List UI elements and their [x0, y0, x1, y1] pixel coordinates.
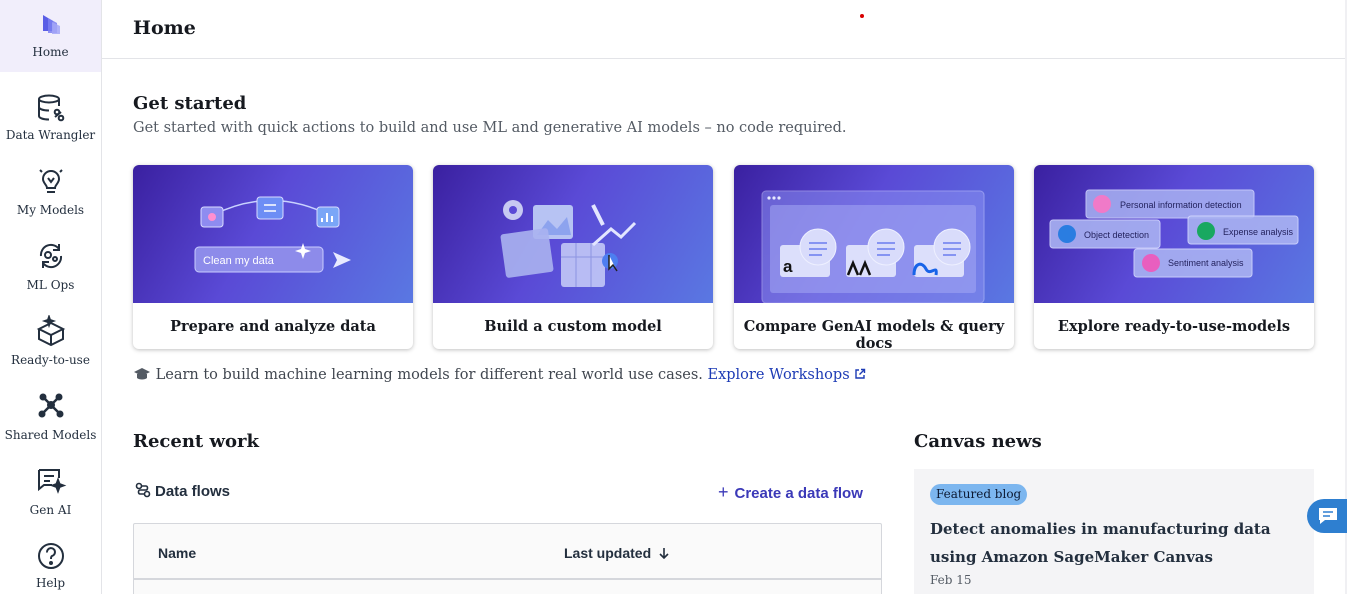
external-link-icon[interactable]	[854, 368, 866, 380]
card-label: Prepare and analyze data	[170, 318, 376, 335]
svg-text:Personal information detection: Personal information detection	[1120, 200, 1242, 210]
card-explore-models[interactable]: Personal information detection Object de…	[1034, 165, 1314, 349]
home-logo-icon	[42, 15, 60, 34]
sidebar-item-gen-ai[interactable]: Gen AI	[0, 465, 101, 537]
card-build-model[interactable]: Build a custom model	[433, 165, 713, 349]
data-flows-heading: Data flows	[135, 482, 230, 500]
news-card[interactable]: Featured blog Detect anomalies in manufa…	[914, 469, 1314, 594]
lightbulb-icon	[38, 169, 63, 193]
svg-text:Object detection: Object detection	[1084, 230, 1149, 240]
workshops-line: Learn to build machine learning models f…	[133, 367, 866, 383]
page-header: Home	[102, 0, 1347, 59]
sidebar-item-label: Home	[32, 45, 69, 59]
clean-my-data-text: Clean my data	[203, 255, 275, 267]
help-icon	[37, 543, 64, 569]
create-data-flow-button[interactable]: + Create a data flow	[718, 482, 863, 503]
build-model-illustration	[433, 165, 713, 303]
sidebar-item-label: Gen AI	[29, 503, 72, 517]
sidebar-item-data-wrangler[interactable]: Data Wrangler	[0, 90, 101, 162]
recent-work-title: Recent work	[133, 431, 259, 452]
chat-icon	[1319, 508, 1337, 524]
data-flows-table: Name Last updated	[133, 523, 882, 594]
feedback-chat-button[interactable]	[1307, 499, 1347, 533]
sidebar-item-shared-models[interactable]: Shared Models	[0, 390, 101, 462]
news-date: Feb 15	[930, 573, 972, 587]
amazon-logo-text: a	[783, 257, 793, 276]
graduation-cap-icon	[134, 368, 150, 380]
explore-models-illustration: Personal information detection Object de…	[1034, 165, 1314, 303]
card-compare-genai[interactable]: a Compare GenAI models & query docs	[734, 165, 1014, 349]
sidebar-item-label: Data Wrangler	[5, 128, 96, 142]
box-sparkle-icon	[36, 315, 65, 347]
workshops-text: Learn to build machine learning models f…	[155, 367, 703, 383]
sidebar-item-help[interactable]: Help	[0, 540, 101, 594]
sidebar-item-label: Shared Models	[4, 428, 97, 442]
create-data-flow-label: Create a data flow	[734, 485, 863, 502]
explore-workshops-link[interactable]: Explore Workshops	[708, 367, 850, 383]
card-label: Build a custom model	[484, 318, 662, 335]
column-header-last-updated[interactable]: Last updated	[564, 545, 670, 561]
prepare-data-illustration: Clean my data	[133, 165, 413, 303]
sidebar-item-ready-to-use[interactable]: Ready-to-use	[0, 315, 101, 387]
sort-descending-icon	[659, 548, 669, 560]
column-header-name[interactable]: Name	[158, 545, 196, 561]
sidebar-item-home[interactable]: Home	[0, 0, 101, 72]
sidebar-item-label: My Models	[16, 203, 85, 217]
card-prepare-data[interactable]: Clean my data Prepare and analyze data	[133, 165, 413, 349]
plus-icon: +	[718, 482, 729, 502]
database-icon	[37, 94, 64, 122]
sidebar-item-ml-ops[interactable]: ML Ops	[0, 240, 101, 312]
page-title: Home	[133, 17, 196, 39]
card-label: Explore ready-to-use-models	[1057, 318, 1291, 335]
sidebar-item-label: Help	[35, 576, 66, 590]
card-label: Compare GenAI models & query docs	[743, 318, 1005, 349]
canvas-news-title: Canvas news	[914, 431, 1042, 452]
sidebar-item-label: ML Ops	[26, 278, 75, 292]
data-flow-icon	[135, 482, 151, 498]
news-headline[interactable]: Detect anomalies in manufacturing data u…	[930, 515, 1290, 571]
notification-dot	[860, 14, 864, 18]
table-header-row: Name Last updated	[134, 524, 881, 580]
data-flows-label: Data flows	[155, 483, 231, 500]
compare-genai-illustration: a	[734, 165, 1014, 303]
sidebar-item-my-models[interactable]: My Models	[0, 165, 101, 237]
svg-text:Expense analysis: Expense analysis	[1223, 227, 1294, 237]
network-icon	[38, 393, 63, 418]
sidebar: Home Data Wrangler My Models ML Ops Read…	[0, 0, 102, 594]
chat-sparkle-icon	[37, 469, 66, 494]
get-started-subtitle: Get started with quick actions to build …	[133, 120, 847, 136]
ml-ops-icon	[39, 243, 62, 269]
svg-text:Sentiment analysis: Sentiment analysis	[1168, 258, 1244, 268]
sidebar-item-label: Ready-to-use	[11, 353, 90, 367]
get-started-title: Get started	[133, 93, 247, 114]
featured-blog-badge: Featured blog	[930, 484, 1028, 505]
